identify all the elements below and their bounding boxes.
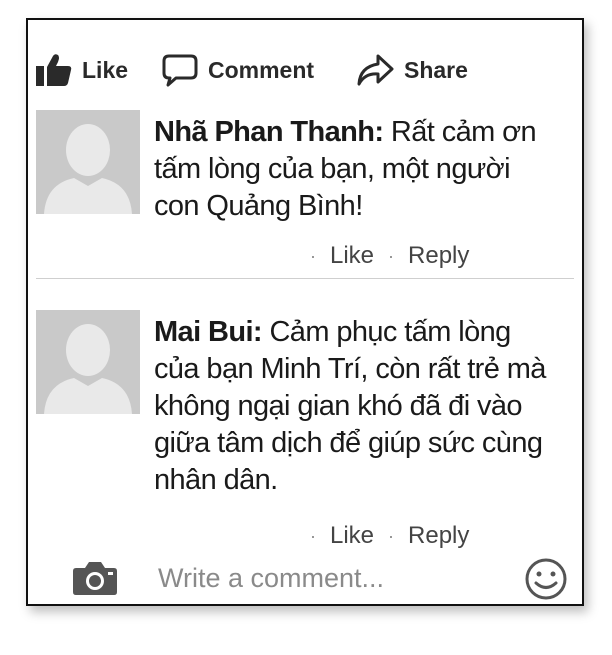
share-label: Share: [404, 56, 468, 83]
avatar[interactable]: [36, 110, 140, 214]
comment-label: Comment: [208, 56, 315, 83]
separator-dot: ·: [388, 245, 395, 266]
separator-dot: ·: [310, 525, 316, 546]
comment-author[interactable]: Nhã Phan Thanh:: [154, 116, 384, 148]
camera-icon[interactable]: [72, 560, 118, 601]
comment-like-link[interactable]: Like: [330, 522, 374, 550]
comment-reply-link[interactable]: Reply: [408, 522, 469, 550]
smiley-icon[interactable]: [524, 557, 568, 604]
share-button[interactable]: Share: [356, 50, 468, 90]
comment-actions: · Like · Reply: [310, 242, 469, 270]
separator-dot: ·: [310, 245, 316, 266]
share-arrow-icon: [356, 53, 394, 87]
action-bar: Like Comment Share: [28, 50, 582, 90]
comment-reply-link[interactable]: Reply: [408, 242, 469, 270]
comment-like-link[interactable]: Like: [330, 242, 374, 270]
speech-bubble-icon: [162, 53, 198, 87]
like-label: Like: [82, 56, 129, 83]
default-avatar-icon: [36, 310, 140, 414]
avatar[interactable]: [36, 310, 140, 414]
comment-text: Nhã Phan Thanh: Rất cảm ơn tấm lòng của …: [154, 114, 554, 225]
comment-button[interactable]: Comment: [162, 50, 314, 90]
comment-composer: [28, 554, 582, 602]
comment-item: Mai Bui: Cảm phục tấm lòng của bạn Minh …: [28, 310, 582, 550]
like-button[interactable]: Like: [36, 50, 128, 90]
default-avatar-icon: [36, 110, 140, 214]
comment-text: Mai Bui: Cảm phục tấm lòng của bạn Minh …: [154, 314, 554, 499]
thumbs-up-icon: [36, 53, 72, 87]
comment-input[interactable]: [156, 558, 500, 598]
comment-actions: · Like · Reply: [310, 522, 469, 550]
comment-card: Like Comment Share Nhã Phan Thanh: Rất c…: [26, 18, 584, 606]
comment-author[interactable]: Mai Bui:: [154, 316, 263, 348]
divider: [36, 278, 574, 279]
separator-dot: ·: [388, 525, 395, 546]
comment-item: Nhã Phan Thanh: Rất cảm ơn tấm lòng của …: [28, 110, 582, 280]
